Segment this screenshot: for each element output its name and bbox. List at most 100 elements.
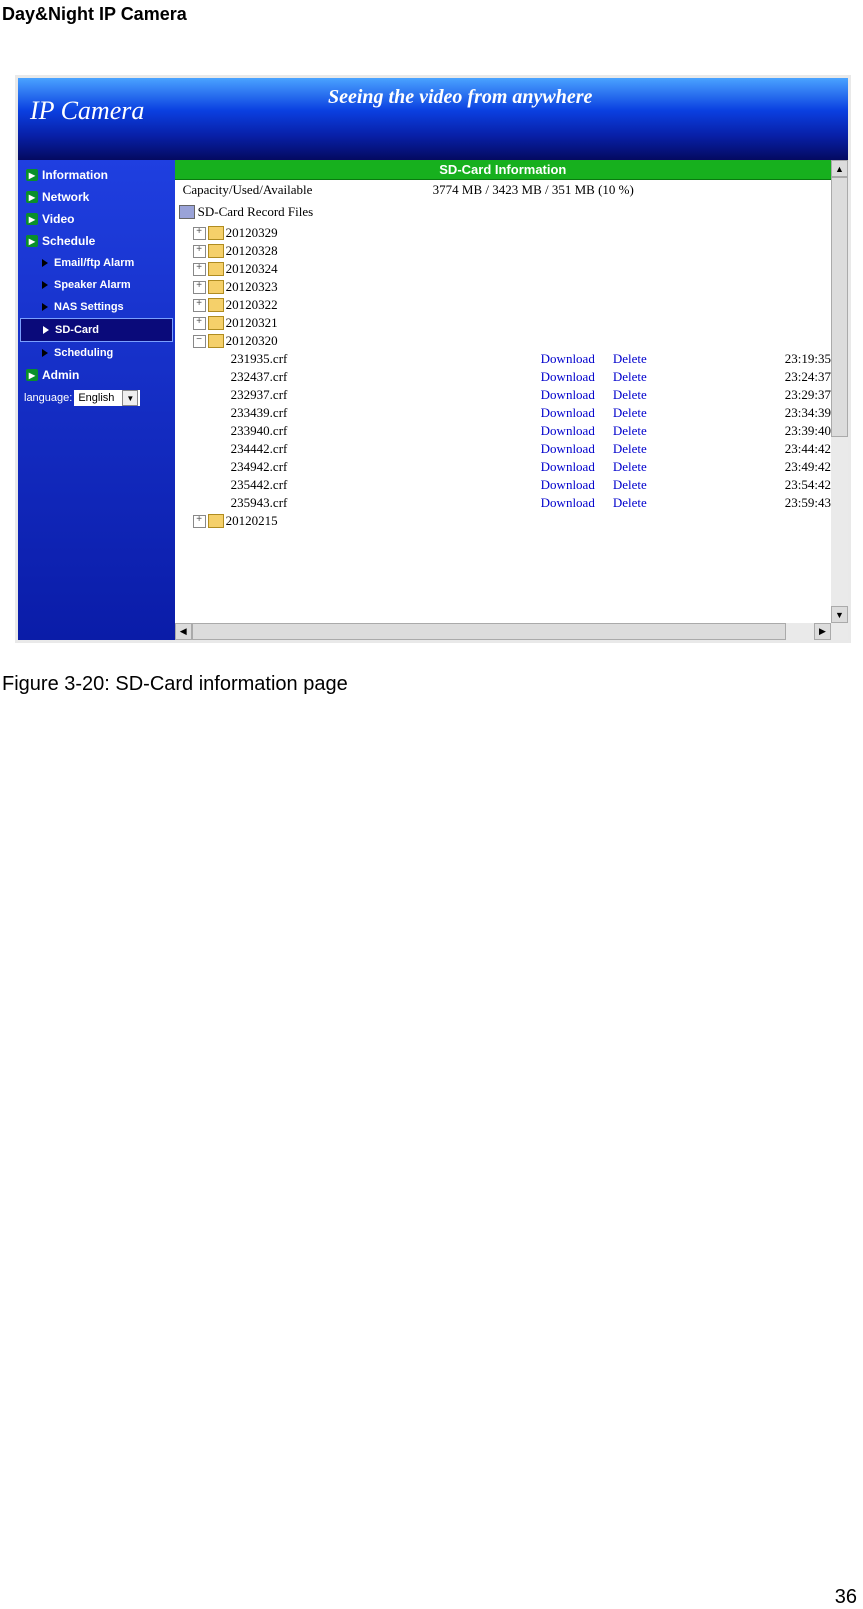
scroll-left-button[interactable]: ◀: [175, 623, 192, 640]
record-files-title: SD-Card Record Files: [198, 204, 314, 220]
folder-node[interactable]: +20120322: [193, 296, 831, 314]
scroll-right-button[interactable]: ▶: [814, 623, 831, 640]
folder-node-open[interactable]: −20120320: [193, 332, 831, 350]
vertical-scrollbar[interactable]: ▲ ▼: [831, 160, 848, 623]
file-row: 234442.crfDownload Delete 23:44:42: [231, 440, 831, 458]
tagline: Seeing the video from anywhere: [328, 86, 592, 109]
delete-link[interactable]: Delete: [613, 441, 647, 457]
file-name: 232437.crf: [231, 369, 541, 385]
folder-node[interactable]: +20120323: [193, 278, 831, 296]
sidebar-item-admin[interactable]: ▶Admin: [18, 364, 175, 386]
sidebar-item-label: Scheduling: [54, 347, 113, 359]
download-link[interactable]: Download: [541, 477, 595, 493]
file-row: 231935.crfDownload Delete 23:19:35: [231, 350, 831, 368]
file-time: 23:39:40: [785, 423, 831, 439]
page-number: 36: [0, 1586, 863, 1609]
folder-name: 20120321: [226, 315, 278, 331]
expand-icon[interactable]: +: [193, 245, 206, 258]
delete-link[interactable]: Delete: [613, 477, 647, 493]
expand-icon[interactable]: +: [193, 281, 206, 294]
delete-link[interactable]: Delete: [613, 405, 647, 421]
scroll-up-button[interactable]: ▲: [831, 160, 848, 177]
folder-icon: [208, 298, 224, 312]
sidebar-item-video[interactable]: ▶ Video: [18, 208, 175, 230]
sidebar-item-email-ftp-alarm[interactable]: Email/ftp Alarm: [18, 252, 175, 274]
download-link[interactable]: Download: [541, 369, 595, 385]
sidebar-item-sd-card[interactable]: SD-Card: [20, 318, 173, 342]
download-link[interactable]: Download: [541, 351, 595, 367]
folder-icon: [208, 316, 224, 330]
file-time: 23:29:37: [785, 387, 831, 403]
scroll-down-button[interactable]: ▼: [831, 606, 848, 623]
collapse-icon[interactable]: −: [193, 335, 206, 348]
folder-node[interactable]: +20120215: [193, 512, 831, 530]
file-row: 233940.crfDownloadDelete23:39:40: [231, 422, 831, 440]
folder-name: 20120329: [226, 225, 278, 241]
file-time: 23:59:43: [785, 495, 831, 511]
chevron-icon: ▶: [26, 235, 38, 247]
delete-link[interactable]: Delete: [613, 459, 647, 475]
folder-node[interactable]: +20120329: [193, 224, 831, 242]
sidebar-item-label: Information: [42, 168, 108, 182]
sidebar-item-label: Schedule: [42, 234, 95, 248]
expand-icon[interactable]: +: [193, 515, 206, 528]
sidebar-item-information[interactable]: ▶ Information: [18, 164, 175, 186]
dropdown-icon: ▼: [122, 390, 138, 406]
folder-node[interactable]: +20120321: [193, 314, 831, 332]
file-name: 234442.crf: [231, 441, 541, 457]
sidebar-item-label: Speaker Alarm: [54, 279, 131, 291]
sidebar-item-label: Video: [42, 212, 74, 226]
file-name: 233439.crf: [231, 405, 541, 421]
sidebar-item-scheduling[interactable]: Scheduling: [18, 342, 175, 364]
folder-name: 20120322: [226, 297, 278, 313]
file-time: 23:19:35: [785, 351, 831, 367]
triangle-icon: [42, 303, 48, 311]
expand-icon[interactable]: +: [193, 317, 206, 330]
folder-icon: [208, 262, 224, 276]
folder-name: 20120215: [226, 513, 278, 529]
file-row: 235442.crfDownloadDelete23:54:42: [231, 476, 831, 494]
doc-title: Day&Night IP Camera: [0, 0, 863, 25]
folder-icon: [208, 514, 224, 528]
expand-icon[interactable]: +: [193, 263, 206, 276]
delete-link[interactable]: Delete: [613, 495, 647, 511]
delete-link[interactable]: Delete: [613, 423, 647, 439]
sidebar-item-schedule[interactable]: ▶ Schedule: [18, 230, 175, 252]
file-row: 232437.crfDownload Delete 23:24:37: [231, 368, 831, 386]
folder-icon: [208, 334, 224, 348]
brand-text: IP Camera: [30, 96, 144, 126]
download-link[interactable]: Download: [541, 441, 595, 457]
triangle-icon: [43, 326, 49, 334]
sidebar-item-label: SD-Card: [55, 324, 99, 336]
delete-link[interactable]: Delete: [613, 351, 647, 367]
download-link[interactable]: Download: [541, 387, 595, 403]
delete-link[interactable]: Delete: [613, 387, 647, 403]
expand-icon[interactable]: +: [193, 227, 206, 240]
content-area: SD-Card Information Capacity/Used/Availa…: [175, 160, 848, 640]
chevron-icon: ▶: [26, 169, 38, 181]
scroll-thumb[interactable]: [831, 177, 848, 437]
folder-node[interactable]: +20120324: [193, 260, 831, 278]
file-time: 23:34:39: [785, 405, 831, 421]
file-time: 23:24:37: [785, 369, 831, 385]
expand-icon[interactable]: +: [193, 299, 206, 312]
delete-link[interactable]: Delete: [613, 369, 647, 385]
file-row: 233439.crfDownload Delete 23:34:39: [231, 404, 831, 422]
file-time: 23:44:42: [785, 441, 831, 457]
sidebar-item-nas-settings[interactable]: NAS Settings: [18, 296, 175, 318]
folder-node[interactable]: +20120328: [193, 242, 831, 260]
download-link[interactable]: Download: [541, 495, 595, 511]
scroll-thumb[interactable]: [192, 623, 786, 640]
download-link[interactable]: Download: [541, 423, 595, 439]
file-name: 231935.crf: [231, 351, 541, 367]
capacity-value: 3774 MB / 3423 MB / 351 MB (10 %): [433, 182, 634, 198]
download-link[interactable]: Download: [541, 405, 595, 421]
folder-name: 20120328: [226, 243, 278, 259]
horizontal-scrollbar[interactable]: ◀ ▶: [175, 623, 831, 640]
language-select[interactable]: English ▼: [74, 390, 140, 406]
download-link[interactable]: Download: [541, 459, 595, 475]
app-window: IP Camera Seeing the video from anywhere…: [15, 75, 851, 643]
sidebar-item-network[interactable]: ▶Network: [18, 186, 175, 208]
chevron-icon: ▶: [26, 213, 38, 225]
sidebar-item-speaker-alarm[interactable]: Speaker Alarm: [18, 274, 175, 296]
